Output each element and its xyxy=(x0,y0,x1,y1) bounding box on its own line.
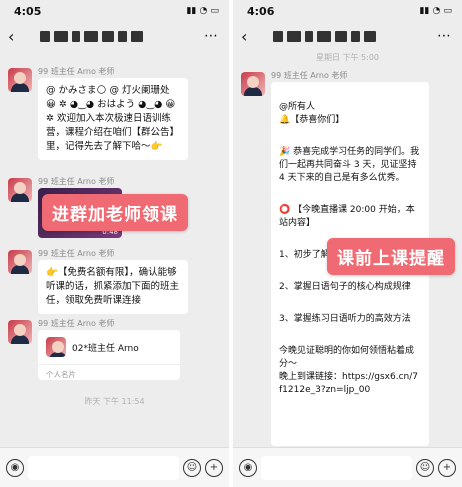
voice-icon[interactable]: ◉ xyxy=(6,458,24,477)
avatar[interactable] xyxy=(8,68,32,92)
input-bar: ◉ ☺ + xyxy=(0,447,229,487)
sender-name: 99 班主任 Arno 老师 xyxy=(38,319,115,328)
back-icon[interactable]: ‹ xyxy=(241,27,255,46)
emoji-icon[interactable]: ☺ xyxy=(416,458,434,477)
avatar[interactable] xyxy=(8,178,32,202)
status-time: 4:05 xyxy=(14,4,42,18)
avatar[interactable] xyxy=(8,250,32,274)
message-input[interactable] xyxy=(28,455,179,480)
contact-card[interactable]: 02*班主任 Arno 个人名片 xyxy=(38,330,180,380)
chat-title-blurred xyxy=(40,30,143,42)
reminder-link-text: 今晚见证聪明的你如何领悟粘着成分～ 晚上到课链接：https://gsx6.cn… xyxy=(279,346,418,395)
message-bubble-free-spots[interactable]: 👉【免费名额有限】，确认能够听课的话，抓紧添加下面的班主任，领取免费听课连接 xyxy=(38,260,188,314)
sender-name: 99 班主任 Arno 老师 xyxy=(38,177,115,186)
avatar[interactable] xyxy=(8,320,32,344)
reminder-header: @所有人 🔔【恭喜你们】 xyxy=(279,102,345,125)
reminder-congrats: 🎉 恭喜完成学习任务的同学们。我们一起再共同奋斗 3 天，见证坚持 4 天下来的… xyxy=(279,147,420,183)
plus-icon[interactable]: + xyxy=(438,458,456,477)
more-options-icon[interactable]: ⋯ xyxy=(437,28,452,44)
chat-header: ‹ ⋯ xyxy=(0,22,229,50)
contact-card-top: 02*班主任 Arno xyxy=(38,330,180,364)
message-timestamp: 星期日 下午 5:00 xyxy=(315,53,380,62)
welcome-text: 😀 ✲ ◕‿◕ おはよう ◕‿◕ 😀✲ 欢迎加入本次极速日语训练营，课程介绍在咱… xyxy=(46,99,180,152)
plus-icon[interactable]: + xyxy=(205,458,223,477)
reminder-item-2: 2、掌握日语句子的核心构成规律 xyxy=(279,282,411,292)
contact-card-label: 个人名片 xyxy=(38,364,180,384)
status-icons: ▮▮ ◔ ▭ xyxy=(419,6,452,16)
voice-icon[interactable]: ◉ xyxy=(239,458,257,477)
status-time: 4:06 xyxy=(247,4,275,18)
message-bubble-welcome[interactable]: @ かみさま🌕 @ 灯火阑珊处 😀 ✲ ◕‿◕ おはよう ◕‿◕ 😀✲ 欢迎加入… xyxy=(38,78,188,160)
reminder-item-3: 3、掌握练习日语听力的高效方法 xyxy=(279,314,411,324)
overlay-caption: 课前上课提醒 xyxy=(327,238,455,275)
sender-name: 99 班主任 Arno 老师 xyxy=(38,67,115,76)
chat-title-blurred xyxy=(273,30,376,42)
overlay-caption: 进群加老师领课 xyxy=(42,194,188,231)
chat-area: 星期日 下午 5:00 99 班主任 Arno 老师 @所有人 🔔【恭喜你们】 … xyxy=(233,50,462,447)
input-bar: ◉ ☺ + xyxy=(233,447,462,487)
back-icon[interactable]: ‹ xyxy=(8,27,22,46)
status-icons: ▮▮ ◔ ▭ xyxy=(186,6,219,16)
chat-header: ‹ ⋯ xyxy=(233,22,462,50)
status-bar: 4:05 ▮▮ ◔ ▭ xyxy=(0,0,229,22)
reminder-live-class: ⭕ 【今晚直播课 20:00 开始，本站内容】 xyxy=(279,205,415,228)
mention-line: @ かみさま🌕 @ 灯火阑珊处 xyxy=(46,85,170,96)
sender-name: 99 班主任 Arno 老师 xyxy=(271,71,348,80)
avatar[interactable] xyxy=(241,72,265,96)
sender-name: 99 班主任 Arno 老师 xyxy=(38,249,115,258)
message-timestamp: 昨天 下午 11:54 xyxy=(84,397,145,406)
status-bar: 4:06 ▮▮ ◔ ▭ xyxy=(233,0,462,22)
message-input[interactable] xyxy=(261,455,412,480)
chat-area: 99 班主任 Arno 老师 @ かみさま🌕 @ 灯火阑珊处 😀 ✲ ◕‿◕ お… xyxy=(0,50,229,447)
emoji-icon[interactable]: ☺ xyxy=(183,458,201,477)
contact-name: 02*班主任 Arno xyxy=(72,343,139,354)
left-phone-screen: 4:05 ▮▮ ◔ ▭ ‹ ⋯ 99 班主任 Arno 老师 @ かみさま🌕 @… xyxy=(0,0,229,487)
contact-avatar xyxy=(46,337,66,357)
right-phone-screen: 4:06 ▮▮ ◔ ▭ ‹ ⋯ 星期日 下午 5:00 99 班主任 Arno … xyxy=(233,0,462,487)
more-options-icon[interactable]: ⋯ xyxy=(204,28,219,44)
